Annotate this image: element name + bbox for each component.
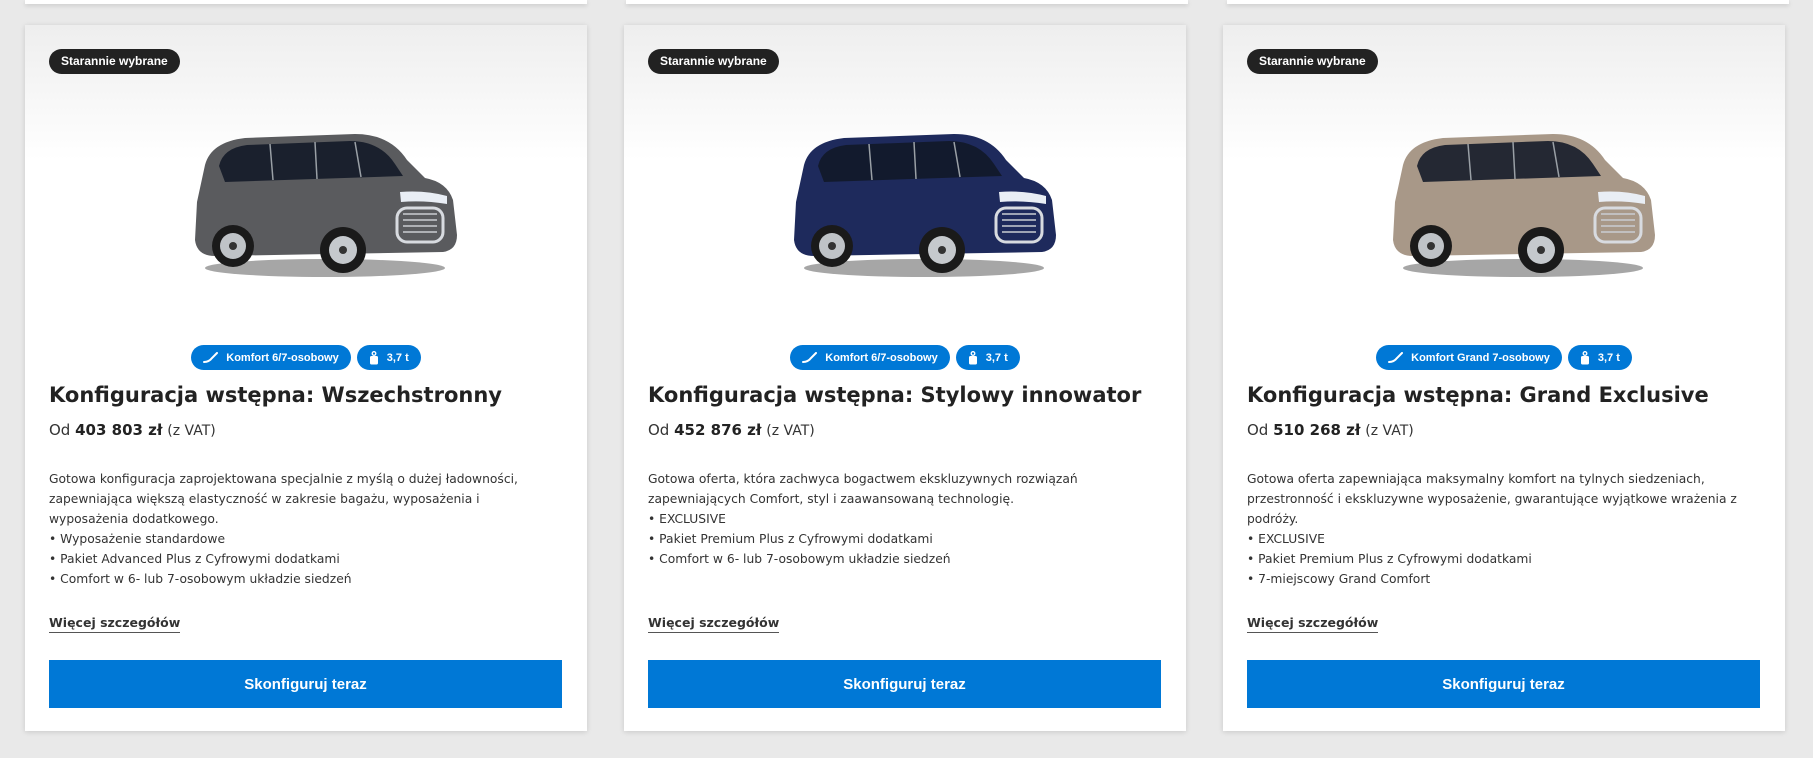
price-prefix: Od	[648, 421, 670, 439]
description-line: Gotowa oferta, która zachwyca bogactwem …	[648, 472, 1078, 486]
feature-chips: Komfort 6/7-osobowy 3,7 t	[25, 345, 587, 370]
feature-list: EXCLUSIVE Pakiet Premium Plus z Cyfrowymi…	[1247, 529, 1759, 589]
description: Gotowa konfiguracja zaprojektowana specj…	[49, 469, 561, 589]
feature-list-item-text: Pakiet Premium Plus z Cyfrowymi dodatkam…	[659, 532, 933, 546]
feature-chips: Komfort Grand 7-osobowy 3,7 t	[1223, 345, 1785, 370]
feature-chips: Komfort 6/7-osobowy 3,7 t	[624, 345, 1186, 370]
seat-chip: Komfort 6/7-osobowy	[790, 345, 950, 370]
more-details-link[interactable]: Więcej szczegółów	[1247, 615, 1379, 633]
description-line: Gotowa oferta zapewniająca maksymalny ko…	[1247, 472, 1705, 486]
feature-list-item: EXCLUSIVE	[648, 509, 1160, 529]
offer-card-3: Starannie wybrane Komfort Grand 7-osobow…	[1223, 25, 1785, 731]
price: Od 403 803 zł (z VAT)	[49, 421, 216, 439]
description-text: Gotowa oferta zapewniająca maksymalny ko…	[1247, 469, 1759, 529]
car-image	[794, 134, 1056, 277]
weight-chip: 3,7 t	[356, 345, 421, 370]
feature-list-item: EXCLUSIVE	[1247, 529, 1759, 549]
card-peek	[626, 0, 1188, 4]
weight-icon	[369, 350, 378, 364]
description-line: przestronność i ekskluzywne wyposażenie,…	[1247, 492, 1737, 506]
weight-chip: 3,7 t	[955, 345, 1020, 370]
feature-list-item: Wyposażenie standardowe	[49, 529, 561, 549]
offer-card-1: Starannie wybrane Komfort 6/7-osobowy 3,…	[25, 25, 587, 731]
seat-icon	[802, 352, 818, 363]
weight-chip: 3,7 t	[1567, 345, 1632, 370]
curated-badge: Starannie wybrane	[1247, 49, 1378, 74]
chip-label: 3,7 t	[1597, 351, 1620, 364]
feature-list-item-text: EXCLUSIVE	[1258, 532, 1325, 546]
feature-list: Wyposażenie standardowe Pakiet Advanced P…	[49, 529, 561, 589]
card-title: Konfiguracja wstępna: Grand Exclusive	[1247, 383, 1709, 407]
price-amount: 403 803 zł	[75, 421, 163, 439]
description: Gotowa oferta zapewniająca maksymalny ko…	[1247, 469, 1759, 589]
description-line: Gotowa konfiguracja zaprojektowana specj…	[49, 472, 518, 486]
feature-list-item: Comfort w 6- lub 7-osobowym układzie sie…	[648, 549, 1160, 569]
feature-list-item-text: Wyposażenie standardowe	[60, 532, 226, 546]
more-details-link[interactable]: Więcej szczegółów	[648, 615, 780, 633]
description: Gotowa oferta, która zachwyca bogactwem …	[648, 469, 1160, 569]
offers-page: Starannie wybrane Komfort 6/7-osobowy 3,…	[0, 0, 1813, 758]
feature-list-item-text: Comfort w 6- lub 7-osobowym układzie sie…	[659, 552, 951, 566]
feature-list: EXCLUSIVE Pakiet Premium Plus z Cyfrowymi…	[648, 509, 1160, 569]
chip-label: Komfort Grand 7-osobowy	[1411, 351, 1550, 364]
card-title: Konfiguracja wstępna: Wszechstronny	[49, 383, 502, 407]
feature-list-item-text: Pakiet Premium Plus z Cyfrowymi dodatkam…	[1258, 552, 1532, 566]
card-peek	[1227, 0, 1789, 4]
description-line: podróży.	[1247, 512, 1299, 526]
feature-list-item: Pakiet Premium Plus z Cyfrowymi dodatkam…	[1247, 549, 1759, 569]
card-title: Konfiguracja wstępna: Stylowy innowator	[648, 383, 1142, 407]
price-amount: 452 876 zł	[674, 421, 762, 439]
offer-card-2: Starannie wybrane Komfort 6/7-osobowy 3,…	[624, 25, 1186, 731]
seat-chip: Komfort 6/7-osobowy	[191, 345, 351, 370]
price-vat: (z VAT)	[1365, 423, 1414, 439]
card-peek	[25, 0, 587, 4]
configure-now-button[interactable]: Skonfiguruj teraz	[1247, 660, 1760, 708]
seat-chip: Komfort Grand 7-osobowy	[1376, 345, 1562, 370]
feature-list-item-text: Pakiet Advanced Plus z Cyfrowymi dodatka…	[60, 552, 340, 566]
feature-list-item: Comfort w 6- lub 7-osobowym układzie sie…	[49, 569, 561, 589]
price-prefix: Od	[49, 421, 71, 439]
car-image	[195, 134, 457, 277]
price-amount: 510 268 zł	[1273, 421, 1361, 439]
weight-icon	[968, 350, 977, 364]
description-text: Gotowa oferta, która zachwyca bogactwem …	[648, 469, 1160, 509]
description-line: zapewniających Comfort, styl i zaawansow…	[648, 492, 1014, 506]
car-image	[1393, 134, 1655, 277]
seat-icon	[203, 352, 219, 363]
more-details-link[interactable]: Więcej szczegółów	[49, 615, 181, 633]
curated-badge: Starannie wybrane	[648, 49, 779, 74]
price: Od 452 876 zł (z VAT)	[648, 421, 815, 439]
feature-list-item: Pakiet Advanced Plus z Cyfrowymi dodatka…	[49, 549, 561, 569]
price: Od 510 268 zł (z VAT)	[1247, 421, 1414, 439]
chip-label: Komfort 6/7-osobowy	[226, 351, 339, 364]
seat-icon	[1388, 352, 1404, 363]
feature-list-item-text: EXCLUSIVE	[659, 512, 726, 526]
feature-list-item-text: 7-miejscowy Grand Comfort	[1258, 572, 1431, 586]
price-prefix: Od	[1247, 421, 1269, 439]
feature-list-item: Pakiet Premium Plus z Cyfrowymi dodatkam…	[648, 529, 1160, 549]
chip-label: 3,7 t	[985, 351, 1008, 364]
weight-icon	[1580, 350, 1589, 364]
feature-list-item-text: Comfort w 6- lub 7-osobowym układzie sie…	[60, 572, 352, 586]
description-line: zapewniająca większą elastyczność w zakr…	[49, 492, 480, 506]
chip-label: 3,7 t	[386, 351, 409, 364]
configure-now-button[interactable]: Skonfiguruj teraz	[648, 660, 1161, 708]
description-text: Gotowa konfiguracja zaprojektowana specj…	[49, 469, 561, 529]
description-line: wyposażenia dodatkowego.	[49, 512, 219, 526]
feature-list-item: 7-miejscowy Grand Comfort	[1247, 569, 1759, 589]
price-vat: (z VAT)	[167, 423, 216, 439]
curated-badge: Starannie wybrane	[49, 49, 180, 74]
chip-label: Komfort 6/7-osobowy	[825, 351, 938, 364]
price-vat: (z VAT)	[766, 423, 815, 439]
configure-now-button[interactable]: Skonfiguruj teraz	[49, 660, 562, 708]
